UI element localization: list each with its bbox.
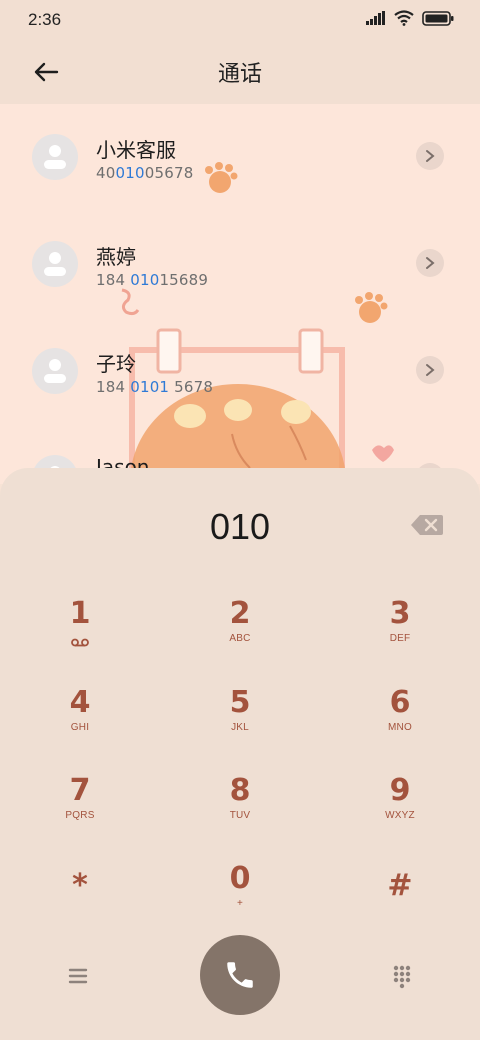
key-letters: PQRS [65, 810, 95, 821]
key-letters: DEF [389, 633, 411, 644]
key-digit: 7 [69, 773, 91, 808]
contact-number: 4001005678 [96, 164, 194, 182]
key-1[interactable]: 1 [25, 596, 135, 676]
key-7[interactable]: 7 PQRS [25, 773, 135, 853]
backspace-button[interactable] [410, 514, 444, 536]
key-digit: 0 [229, 861, 251, 896]
person-icon [44, 359, 66, 383]
key-digit: * [72, 868, 88, 903]
hide-dialpad-button[interactable] [388, 962, 416, 990]
key-9[interactable]: 9 WXYZ [345, 773, 455, 853]
key-digit: 9 [389, 773, 411, 808]
key-digit: 3 [389, 596, 411, 631]
voicemail-icon [71, 638, 89, 647]
key-letters: + [236, 898, 244, 909]
contact-row[interactable]: 燕婷 184 01015689 [0, 211, 480, 311]
key-letters: GHI [70, 722, 90, 733]
chevron-right-icon [426, 150, 435, 162]
chevron-right-icon [426, 257, 435, 269]
key-0[interactable]: 0 + [185, 861, 295, 941]
key-letters: JKL [231, 722, 249, 733]
page-title: 通话 [217, 62, 262, 87]
person-icon [44, 252, 66, 276]
contact-number: 184 0101 5678 [96, 378, 214, 396]
app-bar: 通话 [0, 40, 480, 104]
key-6[interactable]: 6 MNO [345, 685, 455, 765]
menu-button[interactable] [64, 962, 92, 990]
contact-number: 184 01015689 [96, 271, 209, 289]
battery-icon [422, 10, 454, 26]
key-digit: 1 [69, 596, 91, 631]
menu-icon [68, 968, 88, 984]
backspace-icon [411, 515, 443, 535]
dialpad-icon [393, 965, 411, 989]
contact-row[interactable]: 小米客服 4001005678 [0, 104, 480, 204]
key-hash[interactable]: # [345, 868, 455, 948]
key-3[interactable]: 3 DEF [345, 596, 455, 676]
contact-details-button[interactable] [416, 142, 444, 170]
status-icons [366, 10, 454, 26]
key-letters: TUV [229, 810, 251, 821]
key-5[interactable]: 5 JKL [185, 685, 295, 765]
avatar [32, 241, 78, 287]
contact-name: 燕婷 [96, 245, 136, 269]
contact-details-button[interactable] [416, 249, 444, 277]
key-4[interactable]: 4 GHI [25, 685, 135, 765]
person-icon [44, 145, 66, 169]
status-bar: 2:36 [0, 0, 480, 40]
wifi-icon [394, 10, 414, 26]
key-letters: MNO [388, 722, 412, 733]
status-time: 2:36 [28, 10, 62, 29]
key-star[interactable]: * [25, 868, 135, 948]
contact-suggestions-list: 小米客服 4001005678 燕婷 184 01015689 子玲 184 0… [0, 104, 480, 484]
key-8[interactable]: 8 TUV [185, 773, 295, 853]
contact-name: 小米客服 [96, 138, 176, 162]
chevron-right-icon [426, 364, 435, 376]
contact-name: 子玲 [96, 352, 136, 376]
phone-icon [227, 962, 253, 988]
contact-row[interactable]: 子玲 184 0101 5678 [0, 318, 480, 418]
match-highlight: 0101 [130, 378, 170, 396]
key-digit: 8 [229, 773, 251, 808]
contact-details-button[interactable] [416, 356, 444, 384]
key-letters: ABC [229, 633, 251, 644]
key-letters: WXYZ [385, 810, 415, 821]
dialed-number: 010 [209, 506, 271, 547]
dialpad-panel: 010 1 2 ABC 3 DEF 4 GHI 5 JKL 6 MNO 7 PQ… [0, 468, 480, 1040]
key-digit: 4 [69, 685, 91, 720]
avatar [32, 348, 78, 394]
match-highlight: 010 [115, 164, 145, 182]
avatar [32, 134, 78, 180]
signal-icon [366, 11, 385, 25]
key-digit: 5 [229, 685, 251, 720]
key-digit: 2 [229, 596, 251, 631]
key-digit: 6 [389, 685, 411, 720]
call-button[interactable] [200, 935, 280, 1015]
key-2[interactable]: 2 ABC [185, 596, 295, 676]
match-highlight: 010 [130, 271, 160, 289]
key-digit: # [387, 868, 413, 903]
